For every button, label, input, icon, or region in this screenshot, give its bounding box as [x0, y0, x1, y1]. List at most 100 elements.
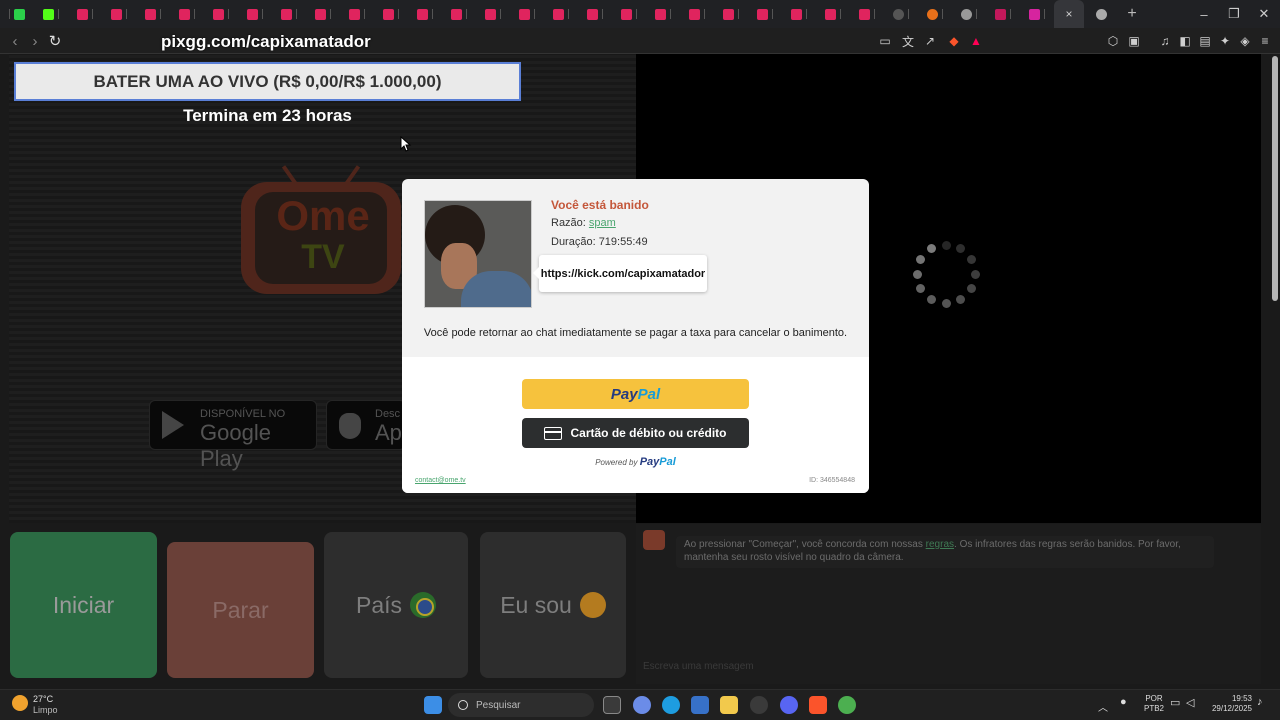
browser-tab[interactable] — [306, 0, 340, 28]
scrollbar-thumb[interactable] — [1272, 56, 1278, 301]
browser-tab[interactable] — [782, 0, 816, 28]
close-window-button[interactable]: ✕ — [1248, 0, 1280, 28]
tab-divider — [636, 9, 637, 19]
browser-tab[interactable] — [986, 0, 1020, 28]
active-tab[interactable]: × — [1054, 0, 1084, 28]
browser-tab[interactable] — [170, 0, 204, 28]
windows-start-icon[interactable] — [424, 696, 442, 714]
paypal-button[interactable]: Pay Pal — [522, 379, 749, 409]
browser-tab[interactable] — [748, 0, 782, 28]
maximize-button[interactable]: ❐ — [1218, 0, 1250, 28]
paypal-pay-text: Pay — [610, 385, 638, 403]
credit-card-icon — [544, 426, 563, 440]
menu-icon[interactable]: ≡ — [1257, 33, 1273, 49]
sidebar-icon[interactable]: ◧ — [1177, 33, 1193, 49]
reload-icon[interactable]: ↻ — [45, 31, 65, 51]
chat-input[interactable]: Escreva uma mensagem — [643, 661, 754, 672]
system-clock[interactable]: 19:53 29/12/2025 — [1208, 694, 1252, 714]
browser-tab[interactable] — [680, 0, 714, 28]
browser-tab[interactable] — [850, 0, 884, 28]
ban-duration: Duração: 719:55:49 — [551, 236, 648, 248]
browser-tab[interactable] — [102, 0, 136, 28]
extensions-icon[interactable]: ⬡ — [1105, 33, 1121, 49]
notification-bell-icon[interactable]: ♪ — [1257, 696, 1269, 714]
task-view-icon[interactable] — [603, 696, 621, 714]
browser-tab[interactable] — [0, 0, 34, 28]
browser-tab[interactable] — [408, 0, 442, 28]
gender-selector[interactable]: Eu sou — [480, 532, 626, 678]
tray-chevron-icon[interactable]: ︿ — [1098, 699, 1110, 714]
back-arrow-icon[interactable]: ‹ — [5, 31, 25, 51]
tab-divider — [466, 9, 467, 19]
browser-tab[interactable] — [884, 0, 918, 28]
browser-tab[interactable] — [272, 0, 306, 28]
language-indicator[interactable]: POR PTB2 — [1144, 694, 1164, 714]
rules-message: Ao pressionar "Começar", você concorda c… — [676, 536, 1214, 568]
browser-tab[interactable] — [340, 0, 374, 28]
discord-icon[interactable] — [780, 696, 798, 714]
browser-tab[interactable] — [374, 0, 408, 28]
new-tab-button[interactable]: + — [1118, 5, 1146, 23]
start-button[interactable]: Iniciar — [10, 532, 157, 678]
cast-icon[interactable]: ▭ — [877, 33, 893, 49]
close-tab-icon[interactable]: × — [1065, 7, 1072, 21]
network-icon[interactable]: ▭ — [1170, 696, 1182, 714]
browser-tab[interactable] — [68, 0, 102, 28]
browser-tab[interactable] — [1020, 0, 1054, 28]
browser-tab[interactable] — [204, 0, 238, 28]
leo-icon[interactable]: ✦ — [1217, 33, 1233, 49]
brave-shield-icon[interactable]: ◆ — [946, 33, 962, 49]
stop-button[interactable]: Parar — [167, 542, 314, 678]
browser-tab[interactable] — [578, 0, 612, 28]
tab-divider — [806, 9, 807, 19]
media-icon[interactable]: ♫ — [1157, 33, 1173, 49]
brave-icon[interactable] — [809, 696, 827, 714]
tab-divider — [9, 9, 10, 19]
tab-favicon-icon — [519, 8, 530, 20]
copilot-icon[interactable] — [633, 696, 651, 714]
browser-tab[interactable] — [476, 0, 510, 28]
store-icon[interactable] — [691, 696, 709, 714]
browser-tab[interactable] — [612, 0, 646, 28]
weather-description[interactable]: Limpo — [33, 705, 58, 715]
contact-email-link[interactable]: contact@ome.tv — [415, 477, 466, 484]
vpn-icon[interactable]: ◈ — [1237, 33, 1253, 49]
chrome-icon[interactable] — [838, 696, 856, 714]
rules-link[interactable]: regras — [926, 539, 954, 550]
browser-tab[interactable] — [816, 0, 850, 28]
tab-divider — [772, 9, 773, 19]
minimize-button[interactable]: – — [1188, 0, 1220, 28]
taskbar-search[interactable]: Pesquisar — [448, 693, 594, 717]
browser-tab[interactable] — [136, 0, 170, 28]
weather-sun-icon[interactable] — [12, 695, 28, 711]
browser-tab[interactable] — [918, 0, 952, 28]
forward-arrow-icon[interactable]: › — [25, 31, 45, 51]
reader-icon[interactable]: ▣ — [1126, 33, 1142, 49]
github-icon[interactable] — [750, 696, 768, 714]
tab-favicon-icon — [77, 8, 88, 20]
browser-tab[interactable] — [442, 0, 476, 28]
country-selector[interactable]: País — [324, 532, 468, 678]
ban-reason-label: Razão: — [551, 217, 589, 229]
tab-favicon-icon — [621, 8, 632, 20]
weather-temperature[interactable]: 27°C — [33, 694, 53, 704]
browser-tab[interactable] — [238, 0, 272, 28]
browser-tab[interactable] — [1084, 0, 1118, 28]
browser-tab[interactable] — [952, 0, 986, 28]
share-icon[interactable]: ↗ — [922, 33, 938, 49]
browser-tab[interactable] — [646, 0, 680, 28]
file-explorer-icon[interactable] — [720, 696, 738, 714]
browser-tab[interactable] — [544, 0, 578, 28]
translate-icon[interactable]: 文 — [900, 33, 916, 49]
edge-icon[interactable] — [662, 696, 680, 714]
microphone-icon[interactable]: ● — [1120, 696, 1132, 714]
ban-reason-link[interactable]: spam — [589, 217, 616, 229]
volume-icon[interactable]: ◁ — [1186, 696, 1198, 714]
browser-tab[interactable] — [34, 0, 68, 28]
wallet-icon[interactable]: ▤ — [1197, 33, 1213, 49]
browser-tab[interactable] — [510, 0, 544, 28]
browser-tab[interactable] — [714, 0, 748, 28]
powered-pal-text: Pal — [659, 456, 676, 468]
card-payment-button[interactable]: Cartão de débito ou crédito — [522, 418, 749, 448]
rewards-icon[interactable]: ▲ — [968, 33, 984, 49]
